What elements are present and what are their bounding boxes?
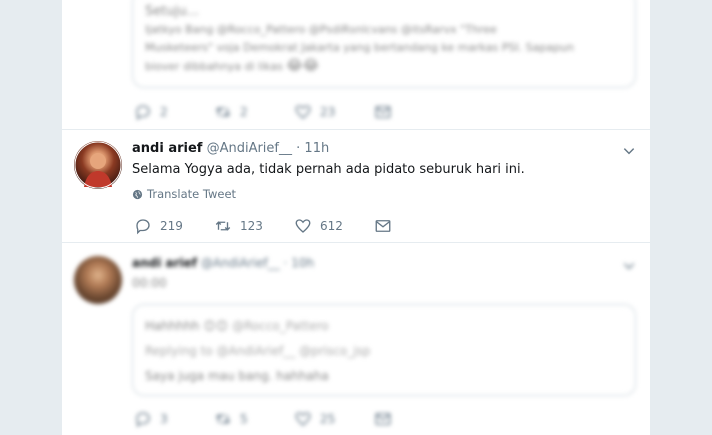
- like-button[interactable]: 23: [294, 103, 374, 121]
- quoted-tweet-text-3: Musketeers" voja Demokrat Jakarta yang b…: [145, 41, 574, 54]
- reply-button[interactable]: 3: [134, 410, 214, 428]
- like-count: 25: [320, 412, 336, 426]
- quoted-tweet-text: Saya juga mau bang. hahhaha: [145, 369, 329, 383]
- retweet-count: 5: [240, 412, 248, 426]
- retweet-icon: [215, 107, 231, 117]
- globe-icon: [132, 189, 143, 199]
- avatar[interactable]: [74, 256, 122, 304]
- tweet-main[interactable]: andi arief @AndiArief__ · 11h Selama Yog…: [62, 130, 650, 243]
- tweet-header: andi arief @AndiArief__ · 10h: [132, 256, 314, 270]
- quoted-tweet[interactable]: Setuju... Ijatkyo Bang @Rocco_Pattero @P…: [132, 0, 636, 88]
- quoted-replying-to: Replying to @AndiArief__ @prisco_jsp: [145, 344, 371, 358]
- reply-count: 2: [160, 105, 168, 119]
- tweet-text: 00:00: [132, 276, 167, 290]
- retweet-count: 2: [240, 105, 248, 119]
- quoted-tweet[interactable]: Hahhhhh 😊😊 @Rocco_Pattero Replying to @A…: [132, 304, 636, 396]
- like-count: 612: [320, 219, 343, 233]
- separator: ·: [283, 256, 288, 270]
- user-handle[interactable]: @AndiArief__: [207, 141, 292, 156]
- retweet-button[interactable]: 123: [214, 217, 294, 235]
- heart-icon: [295, 105, 311, 119]
- translate-tweet-link[interactable]: Translate Tweet: [132, 187, 236, 201]
- envelope-icon: [375, 220, 391, 232]
- quoted-display-name: Hahhhhh: [145, 319, 200, 333]
- envelope-icon: [375, 106, 391, 118]
- quoted-tweet-text-4: biover dibbahnya di likas 😂😂: [145, 57, 319, 76]
- avatar[interactable]: [74, 141, 122, 189]
- emoji: 😂😂: [286, 58, 320, 74]
- tweet-header: andi arief @AndiArief__ · 11h: [132, 141, 329, 156]
- reply-button[interactable]: 219: [134, 217, 214, 235]
- reply-button[interactable]: 2: [134, 103, 214, 121]
- timestamp[interactable]: 10h: [291, 256, 314, 270]
- avatar-portrait-icon: [74, 141, 122, 189]
- reply-icon: [136, 219, 150, 235]
- quoted-tweet-text-2: Ijatkyo Bang @Rocco_Pattero @PsdiRsnlcva…: [145, 23, 497, 36]
- retweet-icon: [215, 221, 231, 231]
- reply-icon: [136, 105, 150, 121]
- retweet-button[interactable]: 5: [214, 410, 294, 428]
- like-button[interactable]: 612: [294, 217, 374, 235]
- direct-message-button[interactable]: [374, 410, 454, 428]
- quoted-tweet-text-1: Setuju...: [145, 4, 199, 19]
- tweet-actions: 219 123 612: [134, 217, 454, 235]
- user-handle[interactable]: @AndiArief__: [201, 256, 280, 270]
- tweet-actions: 2 2 23: [134, 103, 454, 121]
- retweet-icon: [215, 414, 231, 424]
- timeline: Setuju... Ijatkyo Bang @Rocco_Pattero @P…: [62, 0, 650, 435]
- quoted-tweet-header: Hahhhhh 😊😊 @Rocco_Pattero: [145, 319, 329, 333]
- timestamp[interactable]: 11h: [304, 141, 329, 156]
- tweet-top[interactable]: Setuju... Ijatkyo Bang @Rocco_Pattero @P…: [62, 0, 650, 130]
- display-name[interactable]: andi arief: [132, 141, 202, 156]
- retweet-button[interactable]: 2: [214, 103, 294, 121]
- tweet-actions: 3 5 25: [134, 410, 454, 428]
- direct-message-button[interactable]: [374, 217, 454, 235]
- retweet-count: 123: [240, 219, 263, 233]
- reply-count: 219: [160, 219, 183, 233]
- heart-icon: [295, 219, 311, 233]
- like-button[interactable]: 25: [294, 410, 374, 428]
- quoted-tweet-text-4-body: biover dibbahnya di likas: [145, 60, 283, 73]
- emoji: 😊😊: [203, 319, 229, 333]
- quoted-user-handle: @Rocco_Pattero: [232, 319, 329, 333]
- tweet-bottom[interactable]: andi arief @AndiArief__ · 10h 00:00 Hahh…: [62, 243, 650, 435]
- direct-message-button[interactable]: [374, 103, 454, 121]
- envelope-icon: [375, 413, 391, 425]
- translate-label: Translate Tweet: [147, 187, 237, 201]
- like-count: 23: [320, 105, 336, 119]
- chevron-down-icon[interactable]: [622, 144, 636, 158]
- display-name[interactable]: andi arief: [132, 256, 197, 270]
- tweet-text: Selama Yogya ada, tidak pernah ada pidat…: [132, 162, 525, 177]
- reply-icon: [136, 412, 150, 428]
- chevron-down-icon[interactable]: [622, 259, 636, 273]
- heart-icon: [295, 412, 311, 426]
- separator: ·: [296, 141, 301, 156]
- reply-count: 3: [160, 412, 168, 426]
